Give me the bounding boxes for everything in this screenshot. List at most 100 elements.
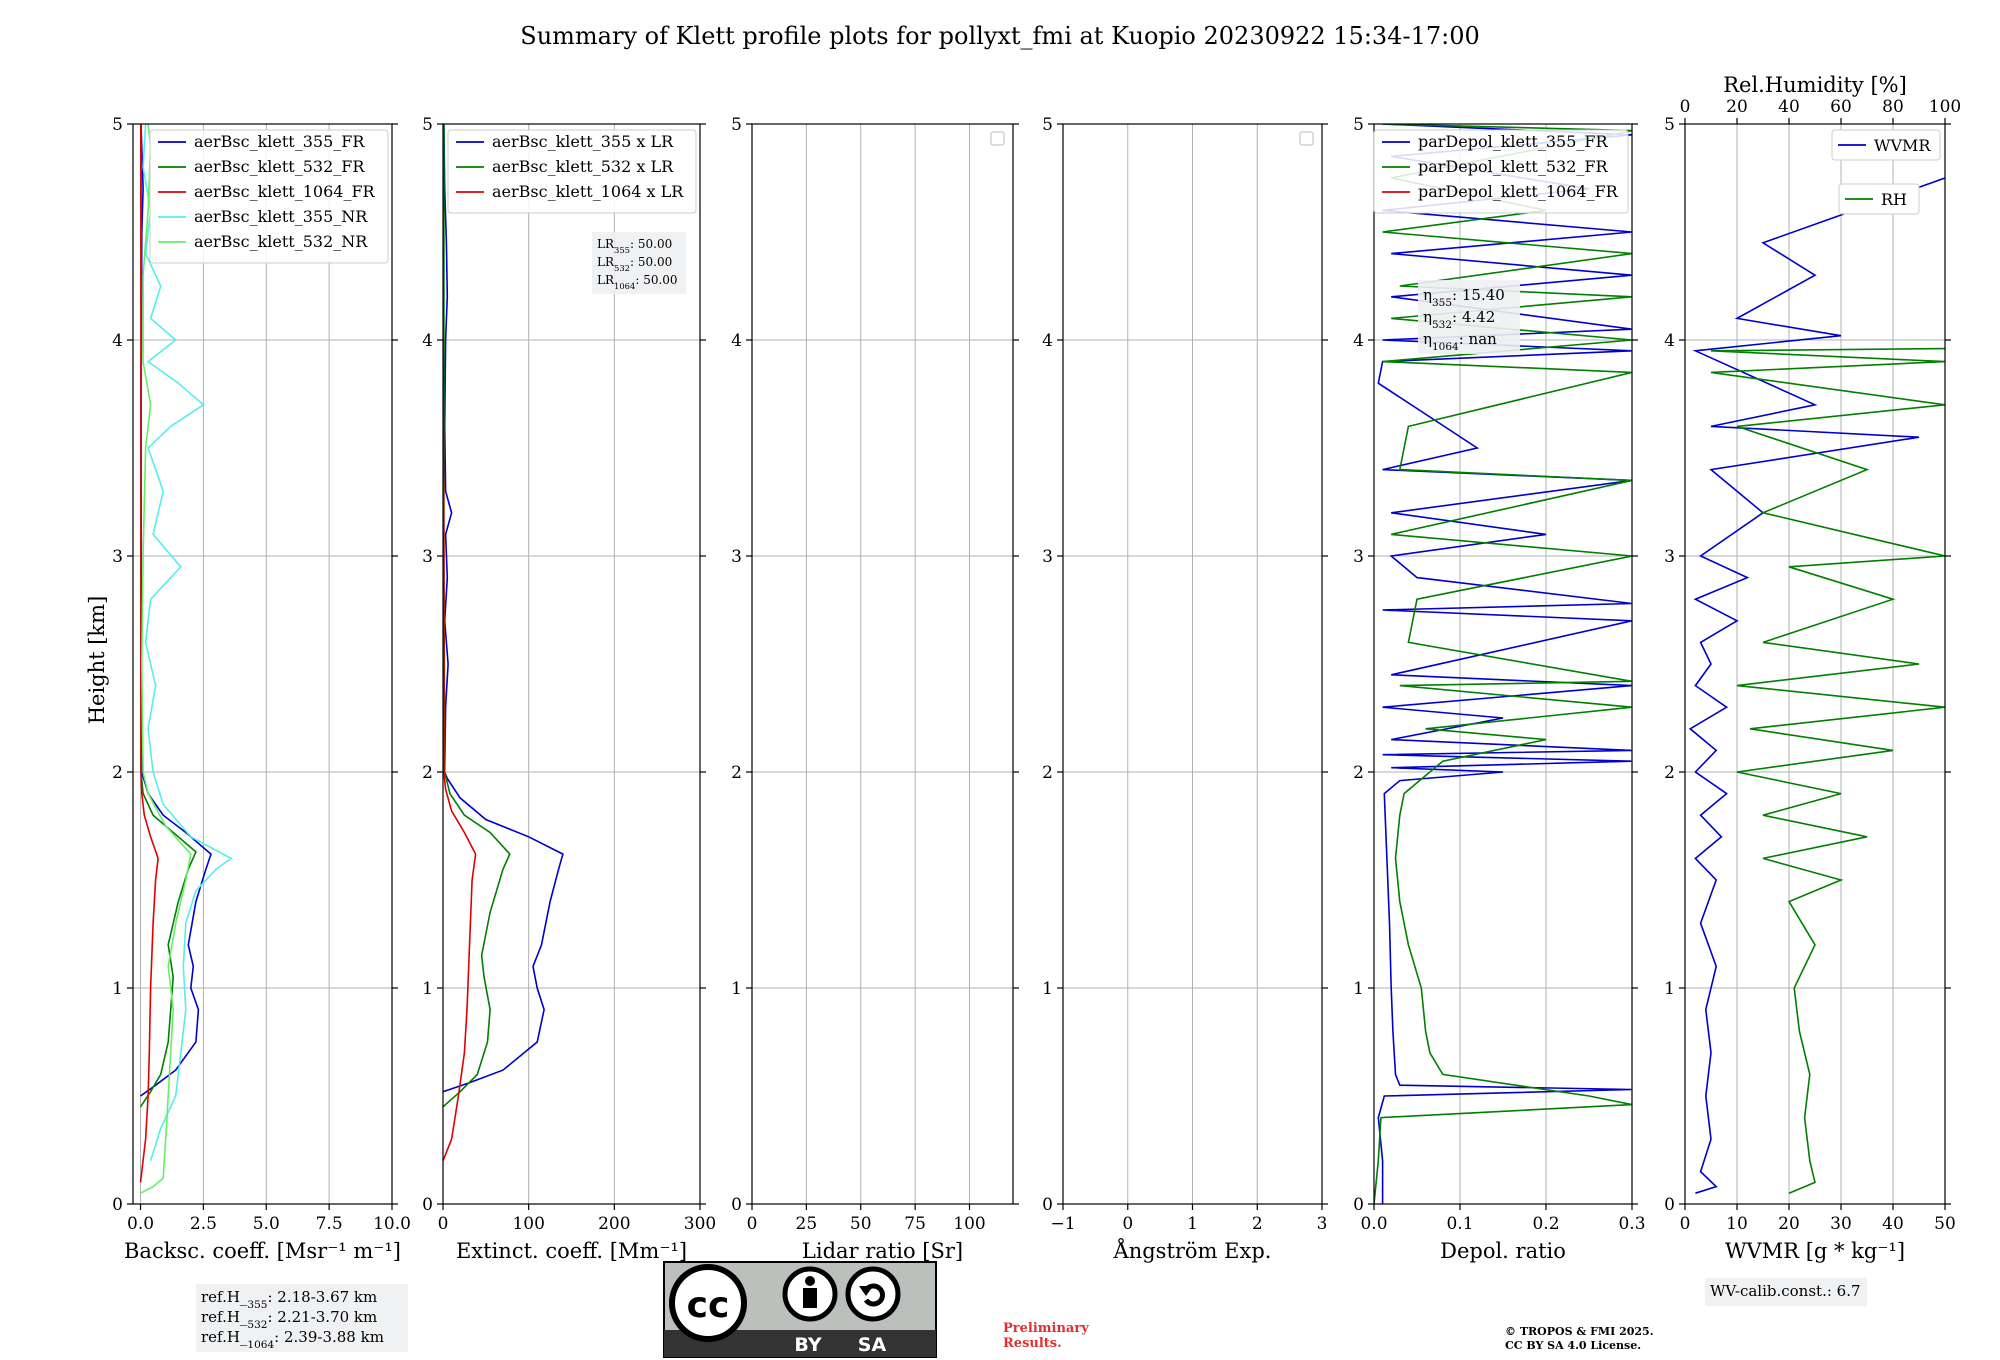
legend-entry: aerBsc_klett_532_NR [194,232,368,251]
x-tick-label: 0.0 [1360,1214,1387,1234]
x-axis-label: Ångström Exp. [1113,1238,1272,1263]
y-tick-label: 0 [1353,1195,1364,1215]
y-tick-label: 4 [112,331,123,351]
x-tick-label: 0.1 [1446,1214,1473,1234]
x-axis-label: Depol. ratio [1440,1239,1566,1263]
y-tick-label: 0 [1042,1195,1053,1215]
legend-entry: WVMR [1874,136,1931,155]
y-tick-label: 4 [731,331,742,351]
y-tick-label: 3 [422,547,433,567]
info-box: η355: 15.40η532: 4.42η1064: nan [1418,280,1520,354]
y-tick-label: 0 [1664,1195,1675,1215]
cc-license-badge[interactable]: cc BY SA [663,1261,937,1358]
x2-tick-label: 20 [1726,97,1748,117]
legend-entry: aerBsc_klett_1064_FR [194,182,376,201]
x-axis-label: Lidar ratio [Sr] [802,1239,963,1263]
x-tick-label: 20 [1778,1214,1800,1234]
panel-4: −1 0 1 2 3012345Ångström Exp. [1042,115,1328,1263]
empty-legend [1299,131,1314,146]
series-line-aerBsc_klett_355_FR [140,124,212,1097]
series-line-WVMR [1688,177,1945,1194]
x2-tick-label: 100 [1929,97,1961,117]
copyright-line2: CC BY SA 4.0 License. [1505,1339,1641,1352]
y-tick-label: 5 [1353,115,1364,135]
x-tick-label: 1 [1187,1214,1198,1234]
legend-entry: parDepol_klett_355_FR [1418,132,1609,151]
y-tick-label: 5 [422,115,433,135]
sa-label: SA [858,1334,887,1356]
panel-5: 0.0 0.1 0.2 0.3 0 1 2 3 4 5 Depol. ratio parDepol_k… [1353,115,1645,1263]
legend-entry: aerBsc_klett_355_FR [194,132,365,151]
info-box: LR355: 50.00LR532: 50.00LR1064: 50.00 [592,232,686,294]
empty-legend [990,131,1005,146]
x-tick-label: 75 [904,1214,926,1234]
copyright-line1: © TROPOS & FMI 2025. [1505,1325,1654,1338]
x-tick-label: 5.0 [253,1214,280,1234]
x-axis-label: WVMR [g * kg⁻¹] [1725,1239,1905,1263]
y-tick-label: 1 [1042,979,1053,999]
legend: aerBsc_klett_355_FR aerBsc_klett_532_FRae… [149,129,389,264]
y-tick-label: 4 [1042,331,1053,351]
panel-6: 0 10 20 30 40 50 0 1 2 3 4 5 WVMR [g * kg⁻¹] 0 20 40 60 8… [1664,73,1961,1306]
y-tick-label: 2 [1042,763,1053,783]
legend-entry: parDepol_klett_1064_FR [1418,182,1619,201]
x-tick-label: 100 [512,1214,544,1234]
x-tick-label: 40 [1882,1214,1904,1234]
plot-frame [751,123,1014,1205]
plot-frame [1684,123,1946,1205]
x-tick-label: 2 [1252,1214,1263,1234]
x-tick-label: 3 [1317,1214,1328,1234]
figure: Summary of Klett profile plots for polly… [85,22,1961,1358]
preliminary-notice-line2: Results. [1003,1336,1062,1351]
x-tick-label: 0.0 [127,1214,154,1234]
x-tick-label: −1 [1050,1214,1075,1234]
panels: 0.0 2.5 5.0 7.5 10.0012345Backsc. coeff. [Ms… [112,73,1961,1352]
y-tick-label: 2 [1353,763,1364,783]
y-tick-label: 3 [1042,547,1053,567]
x2-tick-label: 0 [1680,97,1691,117]
x-tick-label: 100 [953,1214,985,1234]
y-tick-label: 1 [731,979,742,999]
sa-share-alike-icon [845,1266,901,1322]
x-tick-label: 300 [684,1214,716,1234]
panel-2: 0 100 200 300 0 1 2 3 4 5 Extinct. coeff. [Mm⁻¹] ae… [422,115,716,1263]
y-tick-label: 2 [1664,763,1675,783]
y-tick-label: 1 [1664,979,1675,999]
legend-entry: RH [1881,190,1907,209]
x-tick-label: 10 [1726,1214,1748,1234]
x-tick-label: 0 [1122,1214,1133,1234]
y-tick-label: 2 [731,763,742,783]
series-line-aerBsc_klett_532 x LR [443,124,511,1108]
x2-tick-label: 80 [1882,97,1904,117]
preliminary-notice-line1: Preliminary [1003,1321,1089,1336]
y-tick-label: 5 [1664,115,1675,135]
x-axis-label: Backsc. coeff. [Msr⁻¹ m⁻¹] [124,1239,401,1263]
y-tick-label: 2 [112,763,123,783]
y-tick-label: 3 [112,547,123,567]
x-tick-label: 50 [850,1214,872,1234]
y-tick-label: 3 [1664,547,1675,567]
series-line-aerBsc_klett_355 x LR [443,124,564,1093]
x-tick-label: 10.0 [373,1214,411,1234]
x-tick-label: 0 [438,1214,449,1234]
x-tick-label: 0.2 [1532,1214,1559,1234]
x-tick-label: 30 [1830,1214,1852,1234]
y-tick-label: 0 [112,1195,123,1215]
series-line-aerBsc_klett_355_NR [142,124,233,1162]
panel-3: 0 25 50 75 100 0 1 2 3 4 5 Lidar ratio [Sr] [731,115,1019,1263]
y-tick-label: 4 [1353,331,1364,351]
info-box: ref.H_355: 2.18-3.67 kmref.H_532: 2.21-3… [196,1284,408,1352]
legend: parDepol_klett_355_FR parDepol_klett_532_… [1373,129,1629,214]
y-tick-label: 3 [731,547,742,567]
y-tick-label: 5 [112,115,123,135]
x-tick-label: 0 [747,1214,758,1234]
legend-entry: parDepol_klett_532_FR [1418,157,1609,176]
y-tick-label: 2 [422,763,433,783]
legend-entry: aerBsc_klett_532_FR [194,157,365,176]
y-tick-label: 5 [731,115,742,135]
x-tick-label: 2.5 [190,1214,217,1234]
y-tick-label: 0 [731,1195,742,1215]
legend-RH: RH [1838,183,1920,215]
y-tick-label: 0 [422,1195,433,1215]
legend-entry: aerBsc_klett_532 x LR [492,157,674,176]
